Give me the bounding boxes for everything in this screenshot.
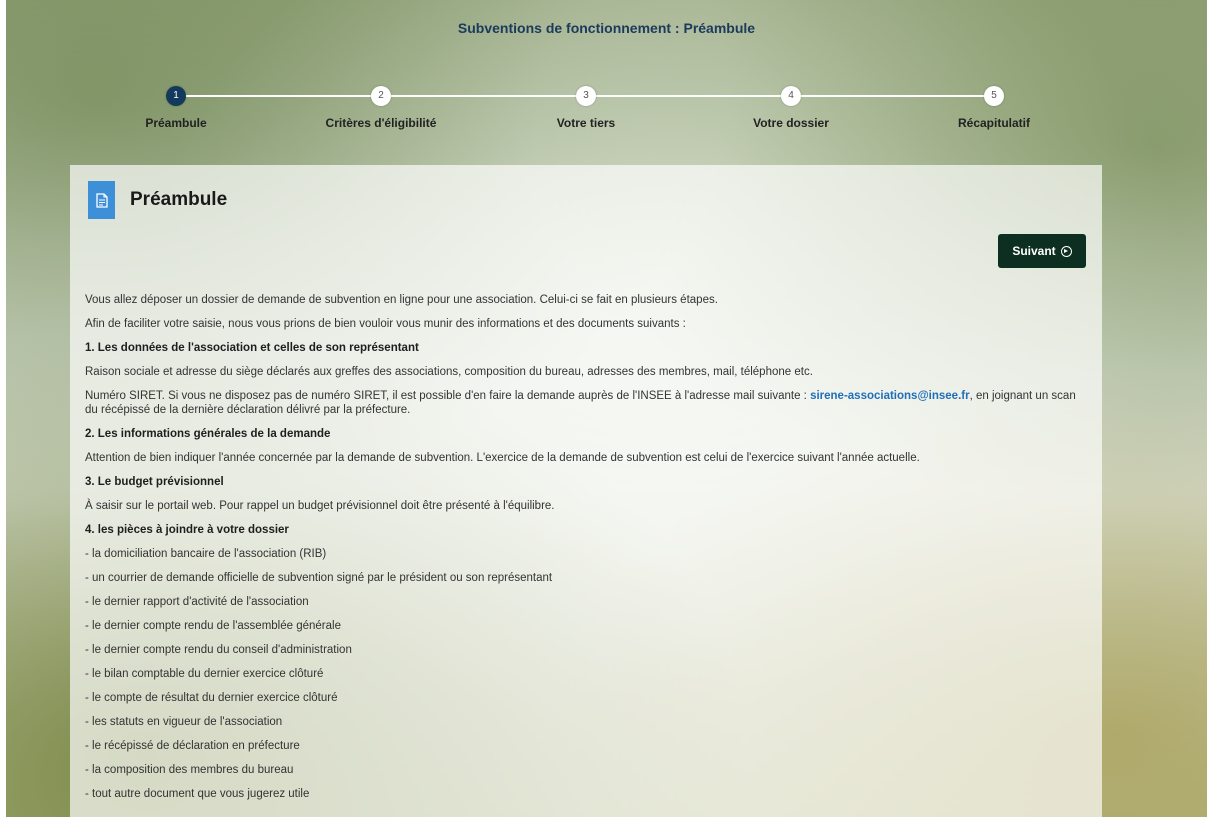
step-label-votre-dossier: Votre dossier	[753, 116, 829, 130]
step-number-4: 4	[781, 86, 801, 106]
step-recapitulatif[interactable]: 5 Récapitulatif	[914, 86, 1074, 130]
panel-title: Préambule	[130, 189, 228, 210]
section-4-title: 4. les pièces à joindre à votre dossier	[85, 524, 289, 536]
step-label-recapitulatif: Récapitulatif	[957, 116, 1030, 130]
section-2-title: 2. Les informations générales de la dema…	[85, 428, 331, 440]
intro-text: Vous allez déposer un dossier de demande…	[85, 294, 718, 306]
insee-email-link[interactable]: sirene-associations@insee.fr	[810, 390, 970, 402]
document-icon	[88, 181, 115, 219]
section-3-title: 3. Le budget prévisionnel	[85, 476, 224, 488]
arrow-circle-right-icon	[1060, 245, 1072, 257]
panel-header: Préambule	[88, 181, 227, 219]
step-votre-dossier[interactable]: 4 Votre dossier	[711, 86, 871, 130]
page-title: Subventions de fonctionnement : Préambul…	[457, 20, 756, 36]
step-preambule[interactable]: 1 Préambule	[96, 86, 256, 130]
section-3-text: À saisir sur le portail web. Pour rappel…	[85, 500, 555, 512]
stepper: 1 Préambule 2 Critères d'éligibilité 3 V…	[70, 86, 1080, 146]
frame-left	[0, 0, 6, 817]
preambule-panel: Préambule Suivant Vous allez déposer un …	[70, 165, 1102, 817]
step-label-votre-tiers: Votre tiers	[556, 116, 616, 130]
document-item: - le dernier compte rendu de l'assemblée…	[85, 620, 341, 632]
document-item: - un courrier de demande officielle de s…	[85, 572, 553, 584]
document-item: - le dernier rapport d'activité de l'ass…	[85, 596, 309, 608]
document-item: - le bilan comptable du dernier exercice…	[85, 668, 324, 680]
document-item: - tout autre document que vous jugerez u…	[85, 788, 310, 800]
section-1-title: 1. Les données de l'association et celle…	[85, 342, 419, 354]
section-1-text: Raison sociale et adresse du siège décla…	[85, 366, 813, 378]
frame-right	[1207, 0, 1213, 817]
document-item: - les statuts en vigueur de l'associatio…	[85, 716, 283, 728]
section-2-text: Attention de bien indiquer l'année conce…	[85, 452, 920, 464]
step-number-1: 1	[166, 86, 186, 106]
document-item: - le récépissé de déclaration en préfect…	[85, 740, 300, 752]
intro-text-2: Afin de faciliter votre saisie, nous vou…	[85, 318, 686, 330]
step-number-5: 5	[984, 86, 1004, 106]
document-item: - la domiciliation bancaire de l'associa…	[85, 548, 327, 560]
next-button-label: Suivant	[1012, 244, 1056, 258]
step-votre-tiers[interactable]: 3 Votre tiers	[506, 86, 666, 130]
document-item: - la composition des membres du bureau	[85, 764, 294, 776]
step-label-preambule: Préambule	[145, 116, 207, 130]
document-item: - le compte de résultat du dernier exerc…	[85, 692, 338, 704]
step-number-3: 3	[576, 86, 596, 106]
document-item: - le dernier compte rendu du conseil d'a…	[85, 644, 352, 656]
section-1-siret-text: Numéro SIRET. Si vous ne disposez pas de…	[85, 389, 1085, 417]
siret-text-before: Numéro SIRET. Si vous ne disposez pas de…	[85, 390, 811, 402]
step-number-2: 2	[371, 86, 391, 106]
step-label-criteres: Critères d'éligibilité	[325, 116, 437, 130]
next-button[interactable]: Suivant	[998, 234, 1086, 268]
preambule-content: Vous allez déposer un dossier de demande…	[85, 293, 1085, 811]
step-criteres-eligibilite[interactable]: 2 Critères d'éligibilité	[301, 86, 461, 130]
